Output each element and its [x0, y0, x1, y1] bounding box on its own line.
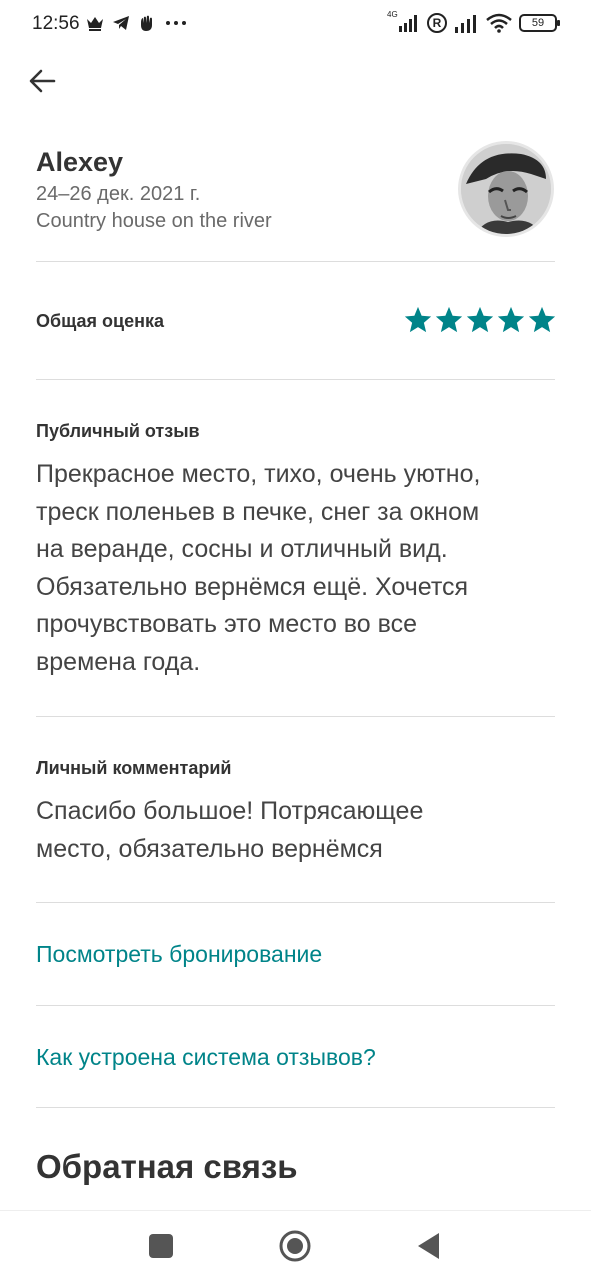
- battery-icon: 59: [519, 14, 560, 32]
- avatar-photo: [461, 144, 551, 234]
- star-icon: [497, 306, 525, 333]
- back-icon[interactable]: [412, 1229, 446, 1263]
- signal-icon: [455, 15, 476, 33]
- star-icon: [435, 306, 463, 333]
- comment-line: Спасибо большое! Потрясающее: [36, 797, 424, 825]
- status-bar: 12:56 4G R 59: [0, 0, 591, 52]
- crown-icon: [87, 17, 103, 31]
- telegram-icon: [113, 16, 129, 30]
- how-reviews-work-link[interactable]: Как устроена система отзывов?: [36, 1044, 376, 1071]
- star-icon: [528, 306, 556, 333]
- listing-name: Country house on the river: [36, 210, 272, 232]
- status-system-icons: 4G R 59: [387, 10, 560, 34]
- private-comment-text: Спасибо большое! Потрясающее место, обяз…: [36, 793, 556, 868]
- review-line: Обязательно вернёмся ещё. Хочется: [36, 572, 469, 601]
- view-booking-link[interactable]: Посмотреть бронирование: [36, 941, 322, 968]
- status-time: 12:56: [32, 13, 80, 34]
- home-icon[interactable]: [278, 1229, 312, 1263]
- review-line: на веранде, сосны и отличный вид.: [36, 535, 448, 563]
- review-line: времена года.: [36, 647, 201, 676]
- public-review-label: Публичный отзыв: [36, 421, 200, 441]
- registered-icon: R: [427, 13, 447, 33]
- star-icon: [404, 306, 432, 333]
- avatar[interactable]: [458, 141, 554, 237]
- review-line: Прекрасное место, тихо, очень уютно,: [36, 460, 481, 488]
- public-review-text: Прекрасное место, тихо, очень уютно, тре…: [36, 456, 556, 681]
- divider: [36, 1005, 555, 1006]
- divider: [36, 902, 555, 903]
- divider: [36, 716, 555, 717]
- back-arrow-icon[interactable]: [26, 64, 60, 98]
- divider: [36, 261, 555, 262]
- host-name: Alexey: [36, 147, 124, 177]
- stay-dates: 24–26 дек. 2021 г.: [36, 183, 201, 205]
- more-dots-icon: [166, 21, 186, 25]
- private-comment-label: Личный комментарий: [36, 758, 232, 778]
- status-notification-icons: [86, 14, 188, 32]
- divider: [36, 1107, 555, 1108]
- review-line: прочувствовать это место во все: [36, 610, 418, 638]
- wifi-icon: [486, 13, 512, 33]
- hand-icon: [141, 15, 152, 31]
- feedback-section-title: Обратная связь: [36, 1148, 298, 1185]
- divider: [36, 379, 555, 380]
- signal-4g-icon: 4G: [387, 10, 421, 34]
- comment-line: место, обязательно вернёмся: [36, 834, 383, 863]
- star-rating: [403, 305, 557, 335]
- review-line: треск поленьев в печке, снег за окном: [36, 497, 480, 526]
- star-icon: [466, 306, 494, 333]
- overall-rating-label: Общая оценка: [36, 311, 165, 331]
- system-nav-bar: [0, 1210, 591, 1280]
- recent-apps-icon[interactable]: [144, 1229, 178, 1263]
